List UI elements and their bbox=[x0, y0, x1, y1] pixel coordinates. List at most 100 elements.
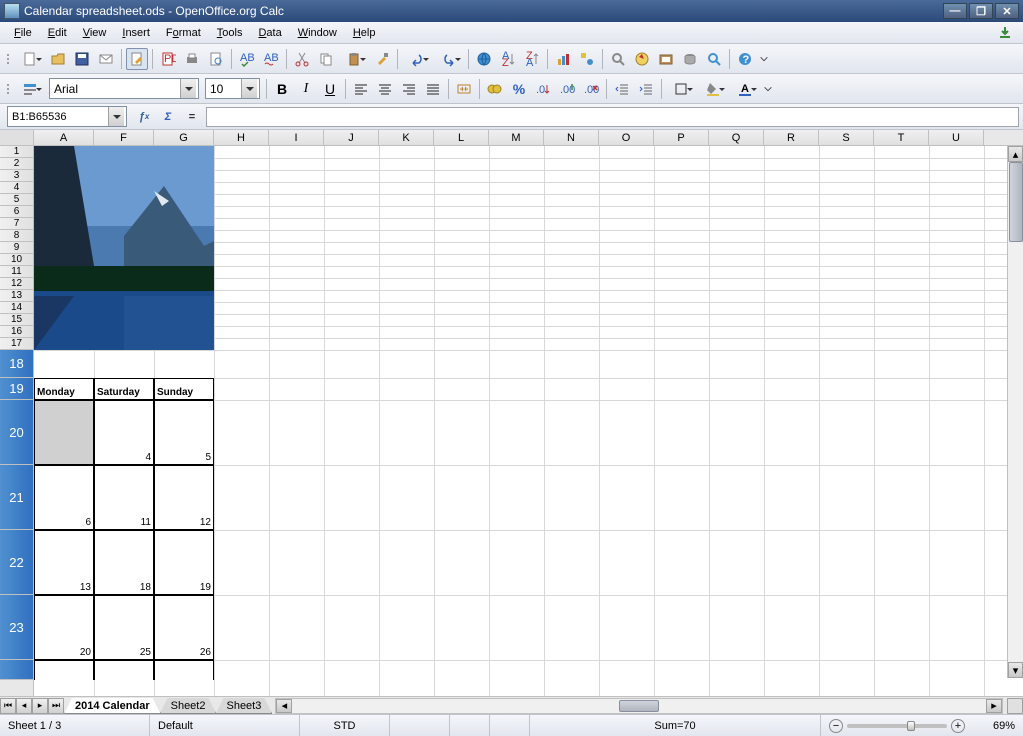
calendar-cell-a21[interactable]: 6 bbox=[34, 465, 94, 530]
row-header-5[interactable]: 5 bbox=[0, 194, 33, 206]
row-header-15[interactable]: 15 bbox=[0, 314, 33, 326]
hyperlink-button[interactable] bbox=[473, 48, 495, 70]
name-box-input[interactable] bbox=[8, 107, 108, 126]
toolbar-more-button[interactable] bbox=[762, 78, 774, 100]
row-header-23[interactable]: 23 bbox=[0, 595, 33, 660]
calendar-cell-g23[interactable]: 26 bbox=[154, 595, 214, 660]
sort-asc-button[interactable]: AZ bbox=[497, 48, 519, 70]
row-header-13[interactable]: 13 bbox=[0, 290, 33, 302]
print-preview-button[interactable] bbox=[205, 48, 227, 70]
column-header-J[interactable]: J bbox=[324, 130, 379, 145]
help-button[interactable]: ? bbox=[734, 48, 756, 70]
calendar-cell-g22[interactable]: 19 bbox=[154, 530, 214, 595]
column-header-M[interactable]: M bbox=[489, 130, 544, 145]
status-sum[interactable]: Sum=70 bbox=[530, 715, 821, 736]
font-size-dropdown[interactable] bbox=[241, 79, 257, 98]
formula-input[interactable] bbox=[206, 107, 1019, 127]
menu-window[interactable]: Window bbox=[290, 25, 345, 41]
scroll-up-button[interactable]: ▴ bbox=[1008, 146, 1023, 162]
font-name-combo[interactable] bbox=[49, 78, 199, 99]
find-button[interactable] bbox=[607, 48, 629, 70]
horizontal-scrollbar[interactable]: ◂ ▸ bbox=[275, 698, 1003, 714]
column-header-P[interactable]: P bbox=[654, 130, 709, 145]
redo-button[interactable] bbox=[434, 48, 464, 70]
cells-container[interactable]: MondaySaturdaySunday4561112131819202526 bbox=[34, 146, 1023, 696]
row-header-6[interactable]: 6 bbox=[0, 206, 33, 218]
column-header-Q[interactable]: Q bbox=[709, 130, 764, 145]
scroll-right-button[interactable]: ▸ bbox=[986, 699, 1002, 713]
tab-last-button[interactable]: ⏭ bbox=[48, 698, 64, 714]
row-header-22[interactable]: 22 bbox=[0, 530, 33, 595]
remove-decimal-button[interactable]: .00 bbox=[580, 78, 602, 100]
vscroll-thumb[interactable] bbox=[1009, 162, 1023, 242]
navigator-button[interactable] bbox=[631, 48, 653, 70]
download-icon[interactable] bbox=[994, 22, 1016, 44]
menu-file[interactable]: Filedocument.currentScript.previousEleme… bbox=[6, 25, 40, 41]
merge-cells-button[interactable] bbox=[453, 78, 475, 100]
styles-button[interactable] bbox=[15, 78, 45, 100]
function-wizard-button[interactable]: ƒx bbox=[134, 107, 154, 127]
status-mode[interactable]: STD bbox=[300, 715, 390, 736]
scroll-left-button[interactable]: ◂ bbox=[276, 699, 292, 713]
align-center-button[interactable] bbox=[374, 78, 396, 100]
sheet-tab-2[interactable]: Sheet2 bbox=[160, 698, 217, 714]
number-format-button[interactable]: .0 bbox=[532, 78, 554, 100]
menu-tools[interactable]: Tools bbox=[209, 25, 251, 41]
calendar-header-f[interactable]: Saturday bbox=[94, 378, 154, 400]
save-button[interactable] bbox=[71, 48, 93, 70]
row-header-3[interactable]: 3 bbox=[0, 170, 33, 182]
sum-button[interactable]: Σ bbox=[158, 107, 178, 127]
column-header-H[interactable]: H bbox=[214, 130, 269, 145]
background-color-button[interactable] bbox=[698, 78, 728, 100]
data-sources-button[interactable] bbox=[679, 48, 701, 70]
minimize-button[interactable]: — bbox=[943, 3, 967, 19]
undo-button[interactable] bbox=[402, 48, 432, 70]
row-header-19[interactable]: 19 bbox=[0, 378, 33, 400]
font-color-button[interactable]: A bbox=[730, 78, 760, 100]
calendar-cell-f23[interactable]: 25 bbox=[94, 595, 154, 660]
percent-button[interactable]: % bbox=[508, 78, 530, 100]
vertical-scrollbar[interactable]: ▴ ▾ bbox=[1007, 146, 1023, 678]
calendar-cell-g21[interactable]: 12 bbox=[154, 465, 214, 530]
column-header-K[interactable]: K bbox=[379, 130, 434, 145]
open-button[interactable] bbox=[47, 48, 69, 70]
font-name-dropdown[interactable] bbox=[180, 79, 196, 98]
toolbar-grip[interactable] bbox=[6, 78, 12, 100]
export-pdf-button[interactable]: PDF bbox=[157, 48, 179, 70]
font-name-input[interactable] bbox=[50, 79, 180, 98]
row-header-16[interactable]: 16 bbox=[0, 326, 33, 338]
copy-button[interactable] bbox=[315, 48, 337, 70]
zoom-slider[interactable] bbox=[847, 724, 947, 728]
edit-file-button[interactable] bbox=[126, 48, 148, 70]
row-header-17[interactable]: 17 bbox=[0, 338, 33, 350]
calendar-cell-a22[interactable]: 13 bbox=[34, 530, 94, 595]
paste-button[interactable] bbox=[339, 48, 369, 70]
row-header-20[interactable]: 20 bbox=[0, 400, 33, 465]
new-button[interactable] bbox=[15, 48, 45, 70]
calendar-cell-f22[interactable]: 18 bbox=[94, 530, 154, 595]
underline-button[interactable]: U bbox=[319, 78, 341, 100]
calendar-cell-partial-a[interactable] bbox=[34, 660, 94, 680]
calendar-cell-partial-f[interactable] bbox=[94, 660, 154, 680]
calendar-header-g[interactable]: Sunday bbox=[154, 378, 214, 400]
column-header-O[interactable]: O bbox=[599, 130, 654, 145]
menu-data[interactable]: Data bbox=[250, 25, 289, 41]
currency-button[interactable] bbox=[484, 78, 506, 100]
column-header-L[interactable]: L bbox=[434, 130, 489, 145]
spellcheck-button[interactable]: ABC bbox=[236, 48, 258, 70]
row-header-9[interactable]: 9 bbox=[0, 242, 33, 254]
borders-button[interactable] bbox=[666, 78, 696, 100]
menu-edit[interactable]: Edit bbox=[40, 25, 75, 41]
menu-format[interactable]: Format bbox=[158, 25, 209, 41]
toolbar-grip[interactable] bbox=[6, 48, 12, 70]
tab-first-button[interactable]: ⏮ bbox=[0, 698, 16, 714]
row-header-10[interactable]: 10 bbox=[0, 254, 33, 266]
column-header-G[interactable]: G bbox=[154, 130, 214, 145]
calendar-cell-a20[interactable] bbox=[34, 400, 94, 465]
calendar-cell-f21[interactable]: 11 bbox=[94, 465, 154, 530]
name-box-dropdown[interactable] bbox=[108, 107, 124, 126]
sort-desc-button[interactable]: ZA bbox=[521, 48, 543, 70]
tab-prev-button[interactable]: ◂ bbox=[16, 698, 32, 714]
column-header-A[interactable]: A bbox=[34, 130, 94, 145]
status-selection[interactable] bbox=[450, 715, 490, 736]
